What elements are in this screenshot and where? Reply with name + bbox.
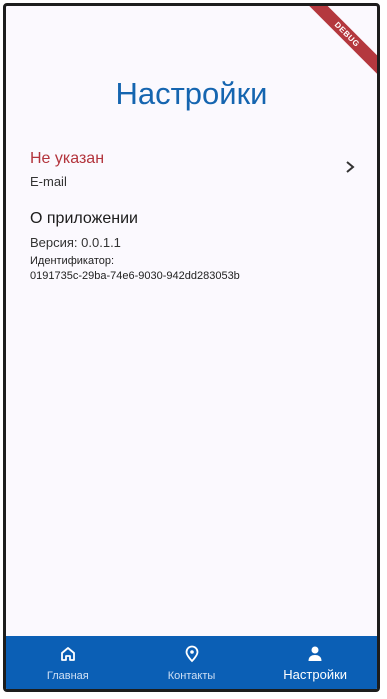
identifier-value: 0191735c-29ba-74e6-9030-942dd283053b (30, 270, 240, 282)
location-pin-icon (185, 645, 198, 663)
about-title: О приложении (30, 210, 138, 227)
nav-label-settings: Настройки (283, 667, 348, 682)
nav-label-contacts: Контакты (167, 670, 216, 682)
version-text: Версия: 0.0.1.1 (30, 235, 121, 250)
bottom-navigation: Главная Контакты Настройки (6, 636, 377, 689)
identifier-label: Идентификатор: (30, 255, 115, 267)
person-icon (308, 646, 322, 661)
email-label: E-mail (30, 174, 67, 189)
nav-label-home: Главная (46, 670, 89, 682)
nav-item-home[interactable]: Главная (6, 636, 130, 689)
app-screen: DEBUG Настройки Не указан E-mail О прило… (3, 3, 380, 692)
nav-item-settings[interactable]: Настройки (253, 636, 377, 689)
page-title: Настройки (115, 76, 268, 111)
debug-banner: DEBUG (299, 6, 377, 82)
home-icon (60, 647, 75, 661)
nav-item-contacts[interactable]: Контакты (130, 636, 254, 689)
email-value: Не указан (30, 150, 105, 167)
email-settings-row[interactable]: Не указан E-mail (30, 150, 359, 194)
chevron-right-icon (346, 161, 355, 173)
